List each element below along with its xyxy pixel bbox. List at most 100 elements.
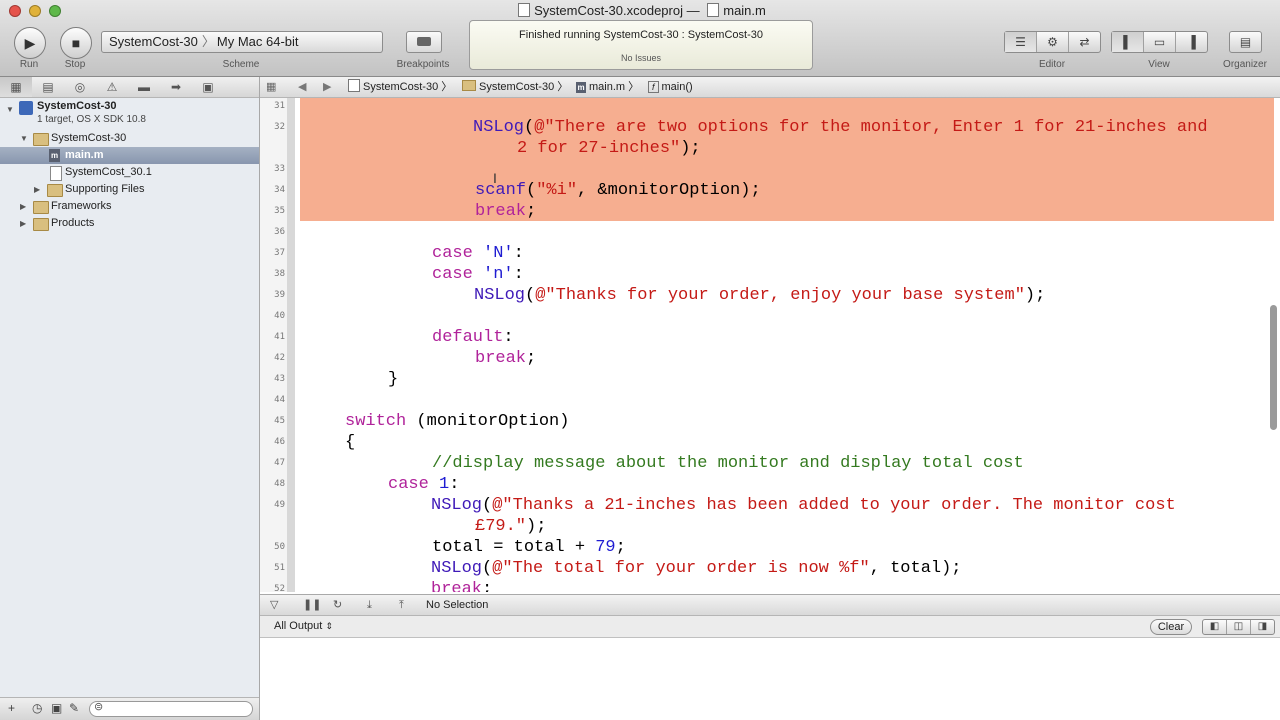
m-file-icon — [707, 3, 720, 17]
split-view-icon[interactable]: ◫ — [1227, 620, 1251, 634]
forward-icon[interactable]: ▶ — [323, 77, 331, 97]
project-navigator-tab-icon[interactable]: ▦ — [0, 77, 32, 97]
folder-icon — [33, 201, 49, 214]
code-line[interactable]: total = total + 79; — [432, 537, 626, 558]
disclosure-closed-icon[interactable]: ▶ — [20, 215, 26, 232]
code-folding-ribbon[interactable] — [287, 98, 295, 592]
disclosure-closed-icon[interactable]: ▶ — [34, 181, 40, 198]
log-navigator-tab-icon[interactable]: ▣ — [192, 77, 224, 97]
organizer-button[interactable]: ▤ — [1229, 31, 1262, 53]
pause-icon[interactable]: ❚❚ — [303, 595, 321, 615]
disclosure-open-icon[interactable]: ▼ — [6, 103, 14, 116]
line-number: 43 — [274, 374, 285, 384]
navigator-toggle-icon[interactable]: ▌ — [1112, 32, 1144, 52]
code-line[interactable]: NSLog(@"Thanks a 21-inches has been adde… — [431, 495, 1176, 516]
step-over-icon[interactable]: ↻ — [333, 595, 342, 615]
code-line[interactable]: //display message about the monitor and … — [432, 453, 1024, 474]
text-cursor-icon: I — [493, 170, 497, 186]
code-token: scanf — [475, 181, 527, 200]
tree-item-frameworks[interactable]: ▶ Frameworks — [0, 198, 259, 215]
console-output[interactable] — [260, 638, 1280, 720]
code-line[interactable]: break; — [431, 580, 492, 592]
breadcrumb-file[interactable]: m main.m 〉 — [576, 77, 639, 97]
step-out-icon[interactable]: ⤒ — [399, 595, 404, 615]
back-icon[interactable]: ◀ — [298, 77, 306, 97]
xcodeproj-icon — [348, 79, 360, 92]
code-token: £79." — [475, 517, 527, 536]
line-number: 52 — [274, 584, 285, 594]
assistant-editor-icon[interactable]: ⚙ — [1037, 32, 1069, 52]
code-token: , &monitorOption); — [577, 181, 761, 200]
hide-debug-area-icon[interactable]: ▽ — [270, 595, 278, 615]
breadcrumb-function[interactable]: f main() — [648, 77, 693, 97]
editor-label: Editor — [1038, 59, 1066, 70]
code-line[interactable]: NSLog(@"The total for your order is now … — [431, 558, 962, 579]
step-into-icon[interactable]: ⤓ — [367, 595, 372, 615]
code-line[interactable]: case 1: — [388, 474, 459, 495]
breadcrumb-group[interactable]: SystemCost-30 〉 — [462, 77, 568, 97]
recent-files-icon[interactable]: ◷ — [32, 701, 42, 715]
code-token: ( — [482, 496, 493, 515]
variables-view-icon[interactable]: ◧ — [1203, 620, 1227, 634]
console-view-icon[interactable]: ◨ — [1251, 620, 1274, 634]
code-token: ; — [526, 202, 537, 221]
tree-item-main-m[interactable]: m main.m — [0, 147, 259, 164]
breakpoint-navigator-tab-icon[interactable]: ➡ — [160, 77, 192, 97]
debug-area-toggle-icon[interactable]: ▭ — [1144, 32, 1176, 52]
code-token: ( — [482, 559, 493, 578]
code-line[interactable]: 2 for 27-inches"); — [517, 138, 701, 159]
code-line[interactable]: NSLog(@"There are two options for the mo… — [473, 117, 1208, 138]
output-filter-popup[interactable]: All Output ⇕ — [274, 616, 333, 637]
run-button[interactable]: ▶ — [14, 27, 46, 59]
code-line[interactable]: default: — [432, 327, 514, 348]
line-number: 42 — [274, 353, 285, 363]
code-line[interactable]: } — [388, 369, 398, 390]
file-icon — [50, 166, 62, 181]
tree-item-manpage[interactable]: SystemCost_30.1 — [0, 164, 259, 181]
symbol-navigator-tab-icon[interactable]: ▤ — [32, 77, 64, 97]
view-control[interactable]: ▌ ▭ ▐ — [1111, 31, 1208, 53]
standard-editor-icon[interactable]: ☰ — [1005, 32, 1037, 52]
source-control-filter-icon[interactable]: ▣ — [51, 701, 62, 715]
code-token: @"Thanks a 21-inches has been added to y… — [492, 496, 1176, 515]
tree-item-supporting-files[interactable]: ▶ Supporting Files — [0, 181, 259, 198]
code-line[interactable]: scanf("%i", &monitorOption); — [475, 180, 761, 201]
search-navigator-tab-icon[interactable]: ◎ — [64, 77, 96, 97]
code-token: ); — [680, 139, 701, 158]
editor-scrollbar[interactable] — [1270, 305, 1277, 430]
add-icon[interactable]: + — [8, 701, 15, 715]
stop-button[interactable]: ■ — [60, 27, 92, 59]
tree-item-products[interactable]: ▶ Products — [0, 215, 259, 232]
issue-navigator-tab-icon[interactable]: ⚠ — [96, 77, 128, 97]
editor-mode-control[interactable]: ☰ ⚙ ⇄ — [1004, 31, 1101, 53]
window-title-separator: — — [686, 3, 700, 18]
disclosure-closed-icon[interactable]: ▶ — [20, 198, 26, 215]
breadcrumb-project[interactable]: SystemCost-30 〉 — [348, 77, 452, 97]
edit-filter-icon[interactable]: ✎ — [69, 701, 79, 715]
code-line[interactable]: { — [345, 432, 355, 453]
breakpoints-button[interactable] — [406, 31, 442, 53]
navigator-filter-input[interactable]: ⊜ — [89, 701, 253, 717]
scheme-destination[interactable]: My Mac 64-bit — [215, 34, 299, 49]
project-root-row[interactable]: ▼ SystemCost-30 1 target, OS X SDK 10.8 — [0, 98, 259, 130]
tree-item-group[interactable]: ▼ SystemCost-30 — [0, 130, 259, 147]
clear-console-button[interactable]: Clear — [1150, 619, 1192, 635]
code-line[interactable]: case 'n': — [432, 264, 524, 285]
scheme-target[interactable]: SystemCost-30 — [102, 34, 198, 49]
code-line[interactable]: case 'N': — [432, 243, 524, 264]
code-line[interactable]: break; — [475, 201, 536, 222]
console-layout-control[interactable]: ◧ ◫ ◨ — [1202, 619, 1275, 635]
code-line[interactable]: NSLog(@"Thanks for your order, enjoy you… — [474, 285, 1045, 306]
disclosure-open-icon[interactable]: ▼ — [20, 130, 28, 147]
code-line[interactable]: break; — [475, 348, 536, 369]
code-token: : — [513, 265, 524, 284]
version-editor-icon[interactable]: ⇄ — [1069, 32, 1100, 52]
related-items-icon[interactable]: ▦ — [266, 77, 276, 97]
breakpoint-icon — [417, 37, 431, 46]
debug-navigator-tab-icon[interactable]: ▬ — [128, 77, 160, 97]
utilities-toggle-icon[interactable]: ▐ — [1176, 32, 1207, 52]
code-line[interactable]: £79."); — [475, 516, 546, 537]
organizer-icon[interactable]: ▤ — [1230, 32, 1261, 52]
scheme-selector[interactable]: SystemCost-30 〉 My Mac 64-bit — [101, 31, 383, 53]
code-line[interactable]: switch (monitorOption) — [345, 411, 569, 432]
